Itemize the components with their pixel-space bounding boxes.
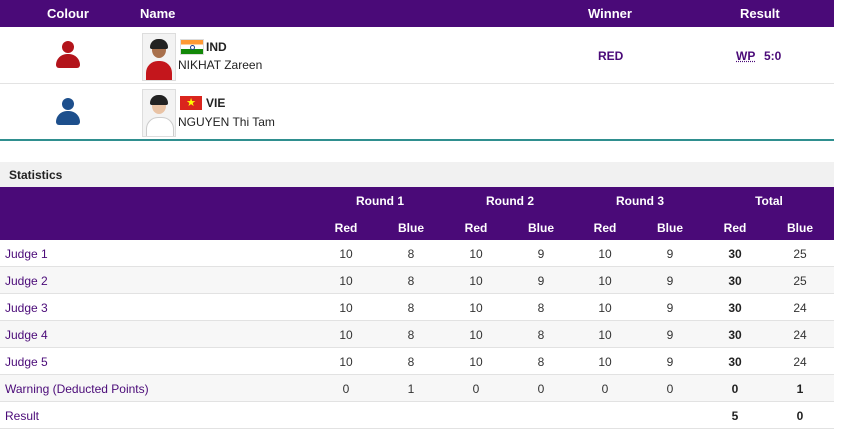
stat-cell: 10 — [469, 274, 483, 288]
stat-cell: 1 — [796, 382, 804, 396]
total-red-subheader: Red — [723, 221, 747, 235]
result-score: 5:0 — [764, 49, 782, 63]
stat-cell: 30 — [728, 301, 742, 315]
stat-row: Judge 5 10 8 10 8 10 9 30 24 — [0, 348, 834, 375]
stat-cell: 8 — [407, 301, 415, 315]
stat-cell: 9 — [666, 274, 674, 288]
blue-noc-code: VIE — [206, 96, 226, 110]
stat-row: Judge 4 10 8 10 8 10 9 30 24 — [0, 321, 834, 348]
stat-cell: 10 — [339, 247, 353, 261]
red-corner-person-icon — [56, 41, 80, 69]
stat-cell: 24 — [793, 301, 807, 315]
stat-cell: 9 — [666, 355, 674, 369]
r1-red-subheader: Red — [334, 221, 358, 235]
stat-row-label: Result — [5, 409, 40, 423]
stat-row-label: Judge 1 — [5, 247, 48, 261]
stat-row-label: Judge 5 — [5, 355, 48, 369]
athlete-photo-red — [142, 33, 176, 81]
bout-table-header: Colour Name Winner Result — [0, 0, 834, 27]
stat-row: Judge 3 10 8 10 8 10 9 30 24 — [0, 294, 834, 321]
stat-cell: 10 — [469, 328, 483, 342]
blue-athlete-name[interactable]: NGUYEN Thi Tam — [178, 115, 275, 129]
blue-competitor-row: ★ VIE NGUYEN Thi Tam — [0, 84, 834, 141]
stat-cell: 9 — [666, 247, 674, 261]
stat-cell: 24 — [793, 328, 807, 342]
stat-cell: 0 — [731, 382, 739, 396]
statistics-title: Statistics — [9, 168, 63, 182]
stat-cell: 10 — [598, 328, 612, 342]
red-athlete-name[interactable]: NIKHAT Zareen — [178, 58, 262, 72]
stat-cell: 30 — [728, 355, 742, 369]
name-column-header: Name — [140, 6, 176, 21]
stat-cell: 10 — [598, 301, 612, 315]
round-1-header: Round 1 — [356, 194, 404, 208]
blue-corner-person-icon — [56, 98, 80, 126]
stat-cell: 30 — [728, 274, 742, 288]
stat-row: Result 5 0 — [0, 402, 834, 429]
stat-cell: 8 — [407, 328, 415, 342]
r2-red-subheader: Red — [464, 221, 488, 235]
round-2-header: Round 2 — [486, 194, 534, 208]
stat-row-label: Judge 4 — [5, 328, 48, 342]
winner-value: RED — [598, 49, 624, 63]
total-blue-subheader: Blue — [786, 221, 813, 235]
stat-cell: 8 — [537, 301, 545, 315]
stat-cell: 10 — [469, 301, 483, 315]
stat-cell: 24 — [793, 355, 807, 369]
stat-cell: 0 — [342, 382, 350, 396]
stat-cell: 0 — [472, 382, 480, 396]
winner-column-header: Winner — [588, 6, 632, 21]
stat-cell: 30 — [728, 247, 742, 261]
stat-cell: 10 — [339, 355, 353, 369]
result-method-abbr[interactable]: WP — [736, 49, 755, 63]
stat-cell: 8 — [537, 328, 545, 342]
stat-cell: 0 — [537, 382, 545, 396]
red-noc-code: IND — [206, 40, 227, 54]
stat-cell: 9 — [666, 328, 674, 342]
stat-cell: 9 — [537, 274, 545, 288]
stat-cell: 10 — [339, 328, 353, 342]
statistics-title-bar: Statistics — [0, 162, 834, 187]
stat-cell: 10 — [598, 247, 612, 261]
total-header: Total — [755, 194, 783, 208]
stat-cell: 0 — [601, 382, 609, 396]
stat-cell: 5 — [731, 409, 739, 423]
colour-column-header: Colour — [47, 6, 89, 21]
stat-cell: 10 — [469, 247, 483, 261]
stat-cell: 10 — [598, 355, 612, 369]
stat-row: Judge 1 10 8 10 9 10 9 30 25 — [0, 240, 834, 267]
red-competitor-row: IND NIKHAT Zareen RED WP 5:0 — [0, 27, 834, 84]
stat-row-label: Judge 2 — [5, 274, 48, 288]
stat-cell: 10 — [469, 355, 483, 369]
stat-row: Warning (Deducted Points) 0 1 0 0 0 0 0 1 — [0, 375, 834, 402]
stat-cell: 10 — [598, 274, 612, 288]
r3-blue-subheader: Blue — [656, 221, 683, 235]
r2-blue-subheader: Blue — [527, 221, 554, 235]
stat-cell: 9 — [666, 301, 674, 315]
flag-vie-icon: ★ — [180, 96, 202, 110]
statistics-header: Round 1 Round 2 Round 3 Total Red Blue R… — [0, 187, 834, 240]
stat-cell: 8 — [537, 355, 545, 369]
stat-cell: 25 — [793, 247, 807, 261]
stat-cell: 30 — [728, 328, 742, 342]
stat-cell: 0 — [666, 382, 674, 396]
stat-cell: 10 — [339, 274, 353, 288]
stat-cell: 10 — [339, 301, 353, 315]
stat-cell: 9 — [537, 247, 545, 261]
stat-cell: 25 — [793, 274, 807, 288]
r1-blue-subheader: Blue — [397, 221, 424, 235]
round-3-header: Round 3 — [616, 194, 664, 208]
stat-row-label: Judge 3 — [5, 301, 48, 315]
stat-cell: 8 — [407, 355, 415, 369]
stat-cell: 8 — [407, 247, 415, 261]
stat-row-label: Warning (Deducted Points) — [5, 382, 149, 396]
athlete-photo-blue — [142, 89, 176, 137]
stat-row: Judge 2 10 8 10 9 10 9 30 25 — [0, 267, 834, 294]
flag-ind-icon — [180, 39, 204, 55]
stat-cell: 0 — [796, 409, 804, 423]
r3-red-subheader: Red — [593, 221, 617, 235]
stat-cell: 8 — [407, 274, 415, 288]
result-column-header: Result — [740, 6, 780, 21]
stat-cell: 1 — [407, 382, 415, 396]
